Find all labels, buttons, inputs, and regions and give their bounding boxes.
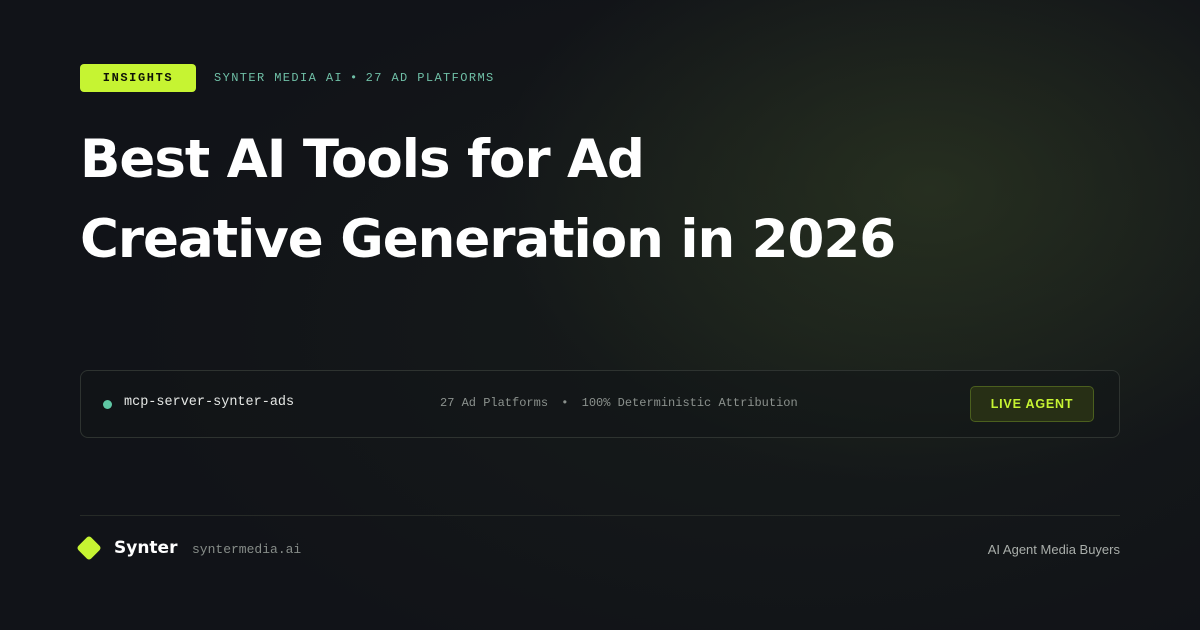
live-agent-button[interactable]: LIVE AGENT bbox=[970, 386, 1094, 422]
attribution-text: 100% Deterministic Attribution bbox=[581, 396, 798, 410]
domain-link[interactable]: syntermedia.ai bbox=[192, 542, 301, 557]
agent-status-bar: mcp-server-synter-ads 27 Ad Platforms • … bbox=[80, 370, 1120, 438]
kicker-line: SYNTER MEDIA AI • 27 AD PLATFORMS bbox=[214, 70, 495, 86]
title-line-1: Best AI Tools for Ad bbox=[80, 129, 645, 190]
platform-count: 27 Ad Platforms bbox=[440, 396, 549, 410]
category-badge: INSIGHTS bbox=[80, 64, 196, 92]
kicker-platforms: 27 AD PLATFORMS bbox=[365, 71, 495, 85]
footer-divider bbox=[80, 515, 1120, 516]
title-line-2: Creative Generation in 2026 bbox=[80, 209, 896, 270]
platform-note: 27 Ad Platforms • 100% Deterministic Att… bbox=[440, 396, 798, 410]
tagline: AI Agent Media Buyers bbox=[987, 542, 1120, 557]
kicker-separator: • bbox=[350, 71, 359, 85]
diamond-logo-icon bbox=[76, 535, 102, 561]
server-name: mcp-server-synter-ads bbox=[124, 395, 295, 410]
kicker-brand: SYNTER MEDIA AI bbox=[214, 71, 344, 85]
page-title: Best AI Tools for Ad Creative Generation… bbox=[80, 120, 1000, 280]
note-separator: • bbox=[561, 396, 569, 410]
brand-name: Synter bbox=[114, 538, 178, 558]
status-dot-icon bbox=[103, 400, 112, 409]
